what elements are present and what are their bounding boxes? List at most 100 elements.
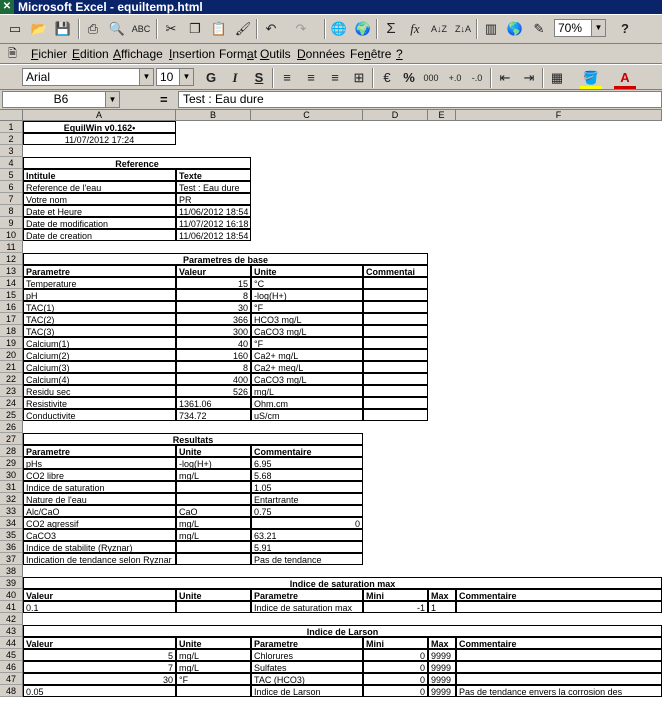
- cell-a28[interactable]: Parametre: [23, 445, 176, 457]
- row-header[interactable]: 23: [0, 385, 23, 397]
- cell-d41[interactable]: -1: [363, 601, 428, 613]
- cell-b25[interactable]: 734.72: [176, 409, 251, 421]
- align-center-icon[interactable]: ≡: [300, 67, 322, 89]
- cell-b32[interactable]: [176, 493, 251, 505]
- cell-b6[interactable]: Test : Eau dure: [176, 181, 251, 193]
- row-header[interactable]: 32: [0, 493, 23, 505]
- row-header[interactable]: 16: [0, 301, 23, 313]
- cell-c32[interactable]: Entartrante: [251, 493, 363, 505]
- cell-b22[interactable]: 400: [176, 373, 251, 385]
- row-header[interactable]: 29: [0, 457, 23, 469]
- cell-b45[interactable]: mg/L: [176, 649, 251, 661]
- cell-d24[interactable]: [363, 397, 428, 409]
- save-icon[interactable]: 💾: [52, 18, 74, 40]
- cell-c24[interactable]: Ohm.cm: [251, 397, 363, 409]
- cell-b33[interactable]: CaO: [176, 505, 251, 517]
- row-header[interactable]: 18: [0, 325, 23, 337]
- row-header[interactable]: 22: [0, 373, 23, 385]
- undo-icon[interactable]: ↶: [260, 18, 282, 40]
- new-icon[interactable]: ▭: [4, 18, 26, 40]
- drawing-icon[interactable]: ✎: [528, 18, 550, 40]
- cell-a21[interactable]: Calcium(3): [23, 361, 176, 373]
- cell-a2[interactable]: 11/07/2012 17:24: [23, 133, 176, 145]
- row-header[interactable]: 26: [0, 421, 23, 433]
- row-header[interactable]: 5: [0, 169, 23, 181]
- cell-c36[interactable]: 5.91: [251, 541, 363, 553]
- cell-d45[interactable]: 0: [363, 649, 428, 661]
- cell-c40[interactable]: Parametre: [251, 589, 363, 601]
- row-header[interactable]: 33: [0, 505, 23, 517]
- cell-a32[interactable]: Nature de l'eau: [23, 493, 176, 505]
- cell-a10[interactable]: Date de creation: [23, 229, 176, 241]
- cell-b31[interactable]: [176, 481, 251, 493]
- worksheet-grid[interactable]: A B C D E F 1 2 3 4 5 6 7 8 9 10 11 12 13 14 15 16 17 18 1…: [0, 110, 662, 701]
- cell-b18[interactable]: 300: [176, 325, 251, 337]
- row-header[interactable]: 35: [0, 529, 23, 541]
- row-header[interactable]: 47: [0, 673, 23, 685]
- cell-a17[interactable]: TAC(2): [23, 313, 176, 325]
- cell-a24[interactable]: Resistivite: [23, 397, 176, 409]
- cell-a4[interactable]: Reference: [23, 157, 251, 169]
- column-header-f[interactable]: F: [456, 110, 662, 121]
- cell-d15[interactable]: [363, 289, 428, 301]
- cell-a34[interactable]: CO2 agressif: [23, 517, 176, 529]
- column-header-c[interactable]: C: [251, 110, 363, 121]
- cell-c30[interactable]: 5.68: [251, 469, 363, 481]
- cell-d13[interactable]: Commentai: [363, 265, 428, 277]
- menu-affichage[interactable]: Affichage: [113, 46, 163, 62]
- select-all-corner[interactable]: [0, 110, 23, 121]
- cell-c21[interactable]: Ca2+ meq/L: [251, 361, 363, 373]
- cell-a27[interactable]: Resultats: [23, 433, 363, 445]
- row-header[interactable]: 17: [0, 313, 23, 325]
- print-preview-icon[interactable]: 🔍: [106, 18, 128, 40]
- cell-a37[interactable]: Indication de tendance selon Ryznar: [23, 553, 176, 565]
- cell-b36[interactable]: [176, 541, 251, 553]
- row-header[interactable]: 14: [0, 277, 23, 289]
- row-header[interactable]: 36: [0, 541, 23, 553]
- paste-icon[interactable]: 📋: [208, 18, 230, 40]
- cell-e45[interactable]: 9999: [428, 649, 456, 661]
- cell-a19[interactable]: Calcium(1): [23, 337, 176, 349]
- align-right-icon[interactable]: ≡: [324, 67, 346, 89]
- cell-c46[interactable]: Sulfates: [251, 661, 363, 673]
- cell-d14[interactable]: [363, 277, 428, 289]
- cell-c41[interactable]: Indice de saturation max: [251, 601, 363, 613]
- cell-b37[interactable]: [176, 553, 251, 565]
- row-header[interactable]: 37: [0, 553, 23, 565]
- row-header[interactable]: 25: [0, 409, 23, 421]
- cell-b15[interactable]: 8: [176, 289, 251, 301]
- cell-b34[interactable]: mg/L: [176, 517, 251, 529]
- help-icon[interactable]: ?: [614, 18, 636, 40]
- row-header[interactable]: 45: [0, 649, 23, 661]
- cell-e47[interactable]: 9999: [428, 673, 456, 685]
- copy-icon[interactable]: ❐: [184, 18, 206, 40]
- row-header[interactable]: 40: [0, 589, 23, 601]
- sort-ascending-icon[interactable]: A↓Z: [428, 18, 450, 40]
- menu-help[interactable]: ?: [396, 46, 403, 62]
- column-header-b[interactable]: B: [176, 110, 251, 121]
- row-header[interactable]: 13: [0, 265, 23, 277]
- cell-b44[interactable]: Unite: [176, 637, 251, 649]
- cell-a23[interactable]: Residu sec: [23, 385, 176, 397]
- cell-b17[interactable]: 366: [176, 313, 251, 325]
- cell-b29[interactable]: -log(H+): [176, 457, 251, 469]
- cell-e48[interactable]: 9999: [428, 685, 456, 697]
- cell-b14[interactable]: 15: [176, 277, 251, 289]
- cell-c48[interactable]: Indice de Larson: [251, 685, 363, 697]
- row-header[interactable]: 19: [0, 337, 23, 349]
- row-header[interactable]: 24: [0, 397, 23, 409]
- map-icon[interactable]: 🌎: [504, 18, 526, 40]
- cell-c34[interactable]: 0: [251, 517, 363, 529]
- menu-donnees[interactable]: Données: [297, 46, 345, 62]
- font-size-select[interactable]: 10 ▼: [156, 68, 194, 86]
- fill-color-icon[interactable]: 🪣: [580, 67, 602, 89]
- formula-input[interactable]: Test : Eau dure: [178, 91, 662, 108]
- cell-c23[interactable]: mg/L: [251, 385, 363, 397]
- function-icon[interactable]: fx: [404, 18, 426, 40]
- cell-a36[interactable]: Indice de stabilite (Ryznar): [23, 541, 176, 553]
- row-header[interactable]: 9: [0, 217, 23, 229]
- cell-a14[interactable]: Temperature: [23, 277, 176, 289]
- row-header[interactable]: 20: [0, 349, 23, 361]
- cell-a5[interactable]: Intitule: [23, 169, 176, 181]
- column-header-d[interactable]: D: [363, 110, 428, 121]
